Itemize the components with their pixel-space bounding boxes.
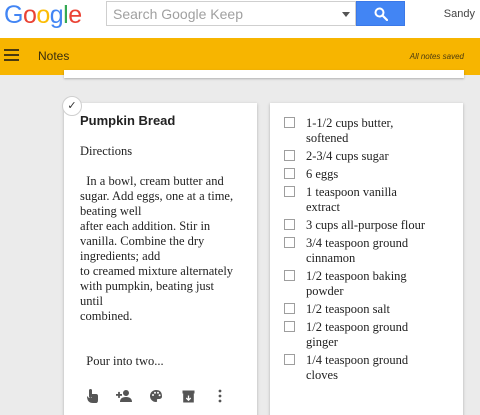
checklist-line: 1/2 teaspoon baking [306, 269, 407, 283]
note-blank-line [80, 339, 255, 354]
checklist-line: 1/4 teaspoon ground [306, 353, 409, 367]
checklist-item: 1-1/2 cups butter, softened [282, 116, 458, 146]
checklist-line: extract [306, 200, 341, 214]
google-logo[interactable]: Google [4, 0, 82, 30]
checkbox[interactable] [284, 186, 295, 197]
checkbox[interactable] [284, 117, 295, 128]
search-input[interactable] [113, 5, 338, 23]
search-button[interactable] [356, 1, 405, 26]
checkbox[interactable] [284, 219, 295, 230]
hamburger-menu-icon[interactable] [4, 49, 20, 63]
top-bar: Google Sandy [0, 0, 480, 38]
collaborator-icon [116, 390, 132, 402]
checklist-item-text[interactable]: 1/2 teaspoon baking powder [306, 269, 458, 299]
note-line: vanilla. Combine the dry [80, 234, 205, 248]
checkbox[interactable] [284, 270, 295, 281]
app-title: Notes [38, 49, 70, 63]
note-line: In a bowl, cream butter and [80, 174, 224, 188]
note-line: to creamed mixture alternately [80, 264, 234, 278]
note-blank-line [80, 324, 255, 339]
checklist-line: 3/4 teaspoon ground [306, 236, 409, 250]
checklist-item: 1 teaspoon vanilla extract [282, 185, 458, 215]
logo-letter: G [4, 1, 23, 29]
checklist: 1-1/2 cups butter, softened 2-3/4 cups s… [282, 116, 458, 386]
note-body: Directions In a bowl, cream butter and s… [80, 144, 255, 369]
checklist-line: cinnamon [306, 251, 356, 265]
note-toolbar [76, 386, 236, 406]
checkbox[interactable] [284, 168, 295, 179]
checklist-line: 1-1/2 cups butter, [306, 116, 394, 130]
checklist-item-text[interactable]: 1/2 teaspoon salt [306, 302, 458, 317]
check-icon: ✓ [67, 99, 77, 112]
select-note-button[interactable]: ✓ [62, 96, 82, 116]
checkbox[interactable] [284, 150, 295, 161]
checkbox[interactable] [284, 237, 295, 248]
note-blank-line [80, 159, 255, 174]
checklist-item: 3 cups all-purpose flour [282, 218, 458, 233]
logo-letter: g [49, 1, 64, 29]
search-icon [374, 7, 388, 21]
checklist-item-text[interactable]: 1/2 teaspoon ground ginger [306, 320, 458, 350]
note-line: Directions [80, 144, 133, 158]
logo-letter: o [36, 1, 50, 29]
checklist-line: 3 cups all-purpose flour [306, 218, 426, 232]
checklist-item-text[interactable]: 3/4 teaspoon ground cinnamon [306, 236, 458, 266]
checklist-item-text[interactable]: 3 cups all-purpose flour [306, 218, 458, 233]
color-button[interactable] [140, 386, 172, 406]
checkbox[interactable] [284, 321, 295, 332]
archive-button[interactable] [172, 386, 204, 406]
checklist-line: 2-3/4 cups sugar [306, 149, 389, 163]
reminder-button[interactable] [76, 386, 108, 406]
collaborator-button[interactable] [108, 386, 140, 406]
note-line: after each addition. Stir in [80, 219, 211, 233]
more-icon [218, 389, 222, 403]
more-button[interactable] [204, 386, 236, 406]
checkbox[interactable] [284, 303, 295, 314]
note-line: until [80, 294, 103, 308]
checklist-item: 2-3/4 cups sugar [282, 149, 458, 164]
checklist-item-text[interactable]: 2-3/4 cups sugar [306, 149, 458, 164]
checklist-item: 1/2 teaspoon salt [282, 302, 458, 317]
reminder-icon [87, 389, 98, 403]
note-line: Pour into two... [80, 354, 164, 368]
checklist-item: 1/2 teaspoon baking powder [282, 269, 458, 299]
checklist-line: cloves [306, 368, 338, 382]
checklist-line: 1 teaspoon vanilla [306, 185, 397, 199]
checkbox[interactable] [284, 354, 295, 365]
checklist-line: 1/2 teaspoon ground [306, 320, 409, 334]
checklist-item-text[interactable]: 6 eggs [306, 167, 458, 182]
checklist-item: 3/4 teaspoon ground cinnamon [282, 236, 458, 266]
search-box [106, 1, 356, 26]
checklist-item-text[interactable]: 1/4 teaspoon ground cloves [306, 353, 458, 383]
checklist-item-text[interactable]: 1-1/2 cups butter, softened [306, 116, 458, 146]
save-status: All notes saved [409, 52, 464, 61]
user-name[interactable]: Sandy [444, 8, 475, 20]
checklist-item: 1/2 teaspoon ground ginger [282, 320, 458, 350]
checklist-line: 1/2 teaspoon salt [306, 302, 391, 316]
note-line: beating well [80, 204, 142, 218]
archive-icon [182, 390, 194, 402]
checklist-item-text[interactable]: 1 teaspoon vanilla extract [306, 185, 458, 215]
logo-letter: e [68, 1, 82, 29]
note-title: Pumpkin Bread [80, 113, 176, 128]
palette-icon [150, 390, 162, 402]
checklist-line: softened [306, 131, 349, 145]
note-line: ingredients; add [80, 249, 161, 263]
checklist-line: ginger [306, 335, 338, 349]
note-line: combined. [80, 309, 133, 323]
checklist-line: powder [306, 284, 344, 298]
note-line: sugar. Add eggs, one at a time, [80, 189, 234, 203]
checklist-item: 6 eggs [282, 167, 458, 182]
note-line: with pumpkin, beating just [80, 279, 215, 293]
checklist-line: 6 eggs [306, 167, 339, 181]
chevron-down-icon[interactable] [342, 12, 350, 17]
note-card-partial[interactable] [64, 70, 464, 78]
checklist-item: 1/4 teaspoon ground cloves [282, 353, 458, 383]
logo-letter: o [22, 1, 37, 29]
